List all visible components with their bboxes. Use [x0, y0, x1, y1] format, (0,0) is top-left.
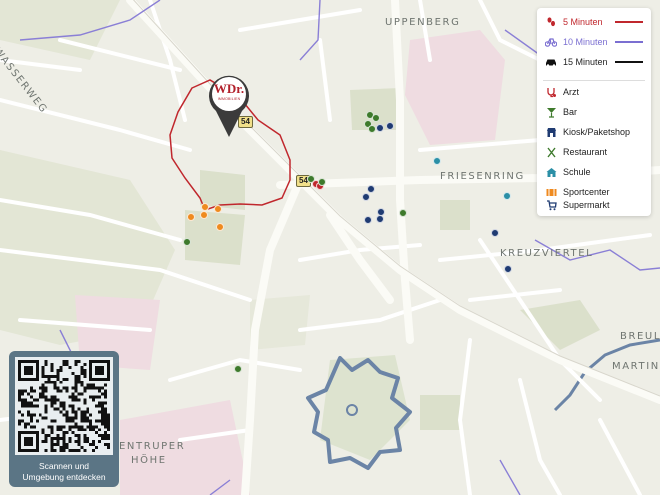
poi-sportcenter[interactable] [187, 213, 195, 221]
qr-caption-line1: Scannen und [38, 461, 90, 471]
legend-divider [543, 80, 645, 81]
school-icon [545, 166, 557, 178]
poi-kiosk[interactable] [367, 185, 375, 193]
legend-label: Kiosk/Paketshop [563, 127, 631, 137]
qr-code-image [15, 357, 113, 455]
poi-restaurant[interactable] [318, 178, 326, 186]
poi-school[interactable] [433, 157, 441, 165]
shop-icon [545, 126, 557, 138]
car-icon [545, 56, 557, 68]
poi-sportcenter[interactable] [200, 211, 208, 219]
legend-row-sportcenter[interactable]: Sportcenter [545, 185, 643, 199]
legend-line-purple [615, 41, 643, 43]
legend-label: 5 Minuten [563, 17, 603, 27]
place-label-entruper: ENTRUPER [119, 441, 186, 452]
bike-icon [545, 36, 557, 48]
legend-label: Bar [563, 107, 578, 117]
poi-sportcenter[interactable] [216, 223, 224, 231]
legend-row-schule[interactable]: Schule [545, 165, 643, 179]
place-label-kreuzviertel: KREUZVIERTEL [500, 248, 594, 259]
legend-row-5-minuten[interactable]: 5 Minuten [545, 15, 643, 29]
poi-kiosk[interactable] [504, 265, 512, 273]
poi-school[interactable] [503, 192, 511, 200]
place-label-uppenberg: UPPENBERG [385, 17, 461, 28]
legend-line-red [615, 21, 643, 23]
legend-row-kiosk[interactable]: Kiosk/Paketshop [545, 125, 643, 139]
legend-label: Supermarkt [563, 200, 610, 210]
place-label-wasserweg: WASSERWEG [0, 46, 50, 116]
place-label-friesenring: FRIESENRING [440, 171, 525, 182]
place-label-breul: BREUL [620, 331, 660, 342]
poi-supermarket[interactable] [491, 229, 499, 237]
poi-supermarket[interactable] [364, 216, 372, 224]
cart-icon [545, 199, 557, 211]
walk-icon [545, 16, 557, 28]
legend-line-black [615, 61, 643, 63]
legend-row-arzt[interactable]: Arzt [545, 85, 643, 99]
legend-label: Schule [563, 167, 591, 177]
cutlery-icon [545, 146, 557, 158]
stethoscope-icon [545, 86, 557, 98]
poi-kiosk[interactable] [376, 124, 384, 132]
poi-kiosk[interactable] [376, 215, 384, 223]
poi-supermarket[interactable] [362, 193, 370, 201]
place-label-hoehe: HÖHE [131, 455, 167, 466]
legend-row-15-minuten[interactable]: 15 Minuten [545, 55, 643, 69]
cocktail-icon [545, 106, 557, 118]
poi-restaurant[interactable] [368, 125, 376, 133]
property-location-marker[interactable]: WDr. IMMOBILIEN [207, 73, 251, 139]
qr-code-card[interactable]: Scannen und Umgebung entdecken [9, 351, 119, 487]
map-legend: 5 Minuten 10 Minuten 15 Minuten Arzt Bar… [537, 8, 651, 216]
legend-label: 10 Minuten [563, 37, 608, 47]
poi-sportcenter[interactable] [201, 203, 209, 211]
poi-kiosk[interactable] [386, 122, 394, 130]
wdr-logo-subtext: IMMOBILIEN [217, 97, 241, 101]
wdr-logo-text: WDr. [213, 81, 245, 96]
poi-sportcenter[interactable] [214, 205, 222, 213]
legend-row-restaurant[interactable]: Restaurant [545, 145, 643, 159]
sport-icon [545, 186, 557, 198]
legend-row-10-minuten[interactable]: 10 Minuten [545, 35, 643, 49]
poi-bar[interactable] [372, 114, 380, 122]
legend-label: Arzt [563, 87, 580, 97]
legend-label: 15 Minuten [563, 57, 608, 67]
qr-caption-line2: Umgebung entdecken [22, 472, 106, 482]
legend-label: Sportcenter [563, 187, 610, 197]
legend-label: Restaurant [563, 147, 608, 157]
poi-restaurant[interactable] [234, 365, 242, 373]
poi-restaurant[interactable] [183, 238, 191, 246]
legend-row-bar[interactable]: Bar [545, 105, 643, 119]
place-label-martini: MARTINI [612, 361, 660, 372]
poi-restaurant[interactable] [399, 209, 407, 217]
